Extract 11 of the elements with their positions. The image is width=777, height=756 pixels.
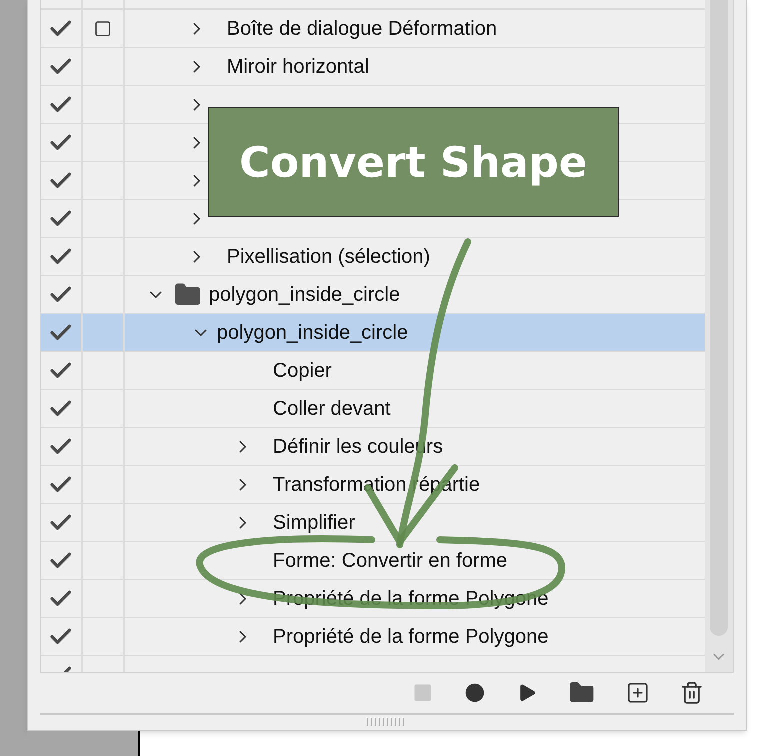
command-label: Miroir horizontal xyxy=(227,54,370,80)
action-label: polygon_inside_circle xyxy=(217,320,408,346)
command-label: Propriété de la forme Polygone xyxy=(273,624,549,650)
command-label: Forme: Convertir en forme xyxy=(273,548,508,574)
set-label: polygon_inside_circle xyxy=(209,282,400,308)
annotation-tooltip: Convert Shape xyxy=(208,107,619,217)
command-label: Copier xyxy=(273,358,332,384)
command-label: Simplifier xyxy=(273,510,356,536)
command-label: Pixellisation (sélection) xyxy=(227,244,430,270)
command-label: Boîte de dialogue Déformation xyxy=(227,16,498,42)
command-label: Coller devant xyxy=(273,396,391,422)
